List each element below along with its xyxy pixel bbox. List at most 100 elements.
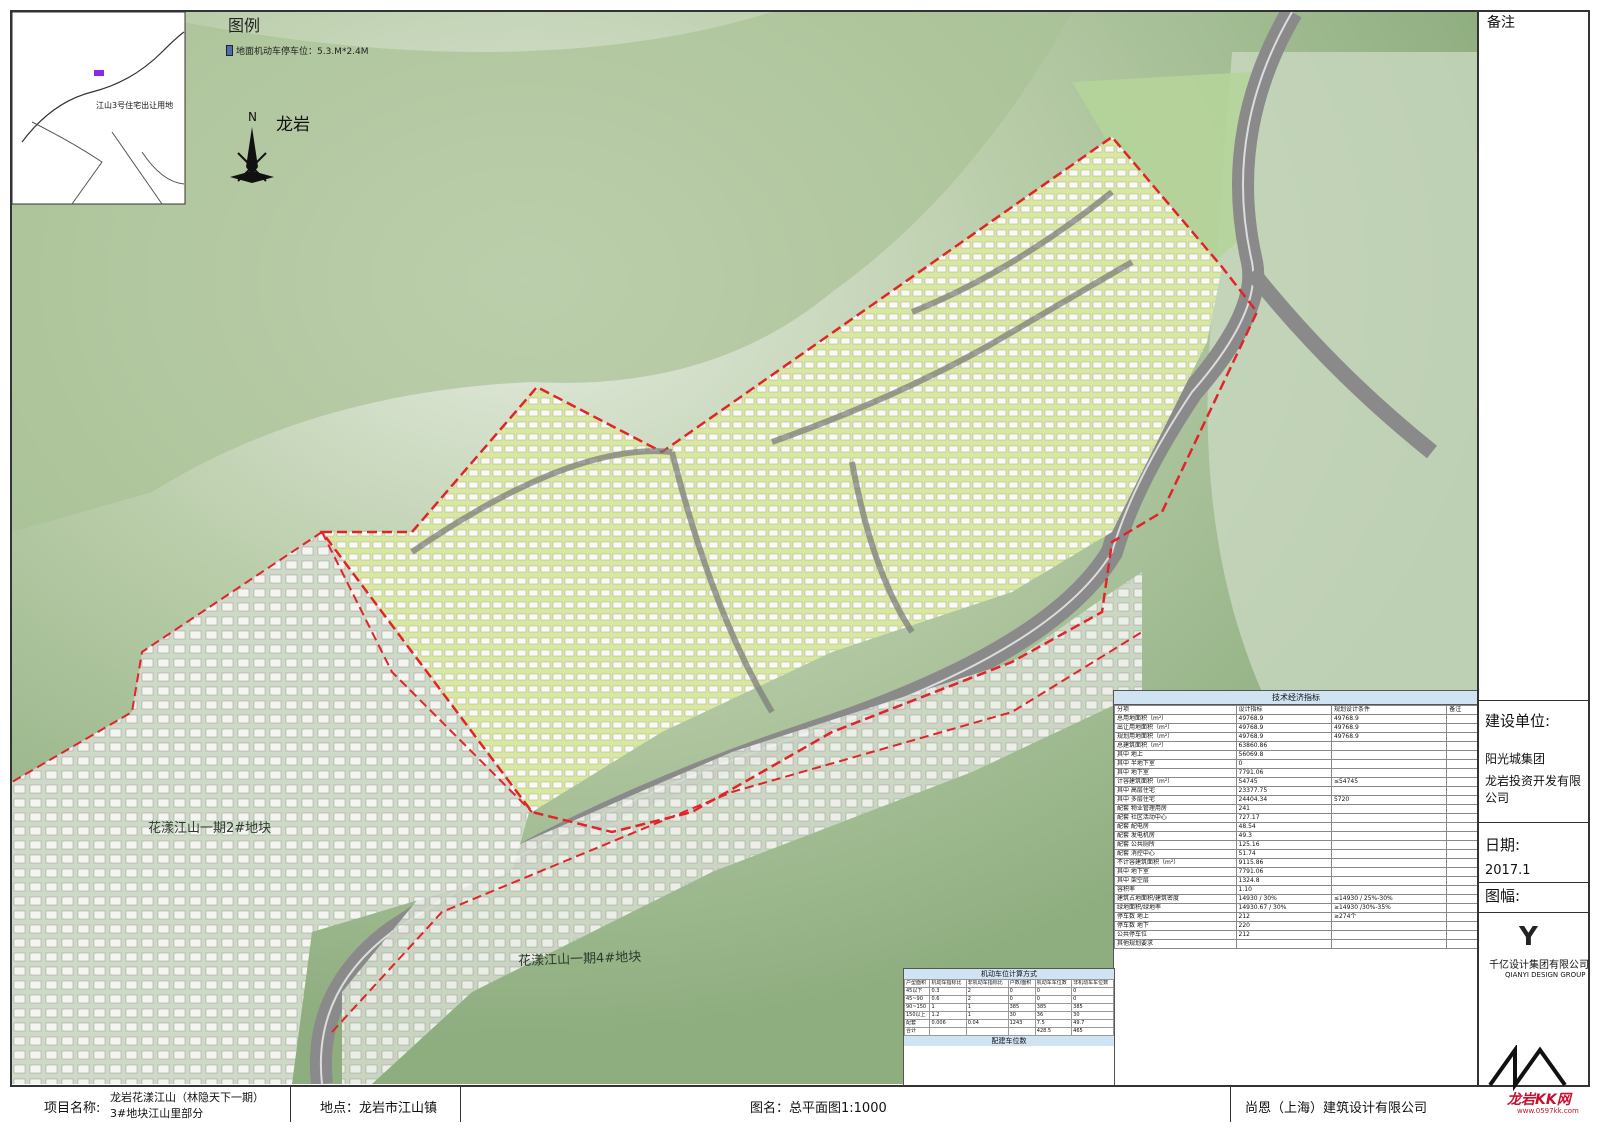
watermark-text: 龙岩KK网 — [1507, 1092, 1571, 1108]
table-cell: 49.7 — [1071, 1019, 1114, 1028]
table-row: 总用地面积（m²） 49768.9 49768.9 — [1114, 714, 1478, 724]
table-cell — [1330, 741, 1448, 751]
table-cell: 7791.06 — [1235, 867, 1332, 877]
table-row: 150以上 1.2 1 30 36 30 — [904, 1011, 1114, 1020]
table-header-cell: 备注 — [1446, 705, 1478, 715]
divider — [1479, 912, 1590, 913]
table-cell: ≥274个 — [1330, 912, 1448, 922]
table-row: 建筑占地面积/建筑密度 14930 / 30% ≤14930 / 25%-30% — [1114, 894, 1478, 904]
table-cell: 241 — [1235, 804, 1332, 814]
table-cell: 0 — [1034, 995, 1073, 1004]
table-cell: 配套 配电房 — [1114, 822, 1237, 832]
table-cell: 49768.9 — [1235, 714, 1332, 724]
table-cell — [1330, 921, 1448, 931]
table-cell: 容积率 — [1114, 885, 1237, 895]
table-cell — [1330, 840, 1448, 850]
table-header-cell: 机动车指标比 — [929, 979, 967, 988]
table-cell: 14930.67 / 30% — [1235, 903, 1332, 913]
table-cell: 49.3 — [1235, 831, 1332, 841]
table-cell — [1446, 795, 1478, 805]
table-cell: 428.5 — [1034, 1027, 1073, 1036]
table-cell — [1007, 1027, 1036, 1036]
table-row: 其中 高层住宅 23377.75 — [1114, 786, 1478, 796]
table-cell: 其中 地上 — [1114, 750, 1237, 760]
designer-name: 千亿设计集团有限公司 — [1489, 960, 1589, 971]
table-cell — [1446, 768, 1478, 778]
tech-table-title: 技术经济指标 — [1114, 691, 1478, 705]
table-cell: 绿地面积/绿地率 — [1114, 903, 1237, 913]
table-cell — [1330, 804, 1448, 814]
table-row: 不计容建筑面积（m²） 9115.86 — [1114, 858, 1478, 868]
table-header-cell: 分项 — [1114, 705, 1237, 715]
date-label: 日期: — [1485, 836, 1521, 854]
table-cell — [1330, 885, 1448, 895]
table-cell: 其中 地下室 — [1114, 768, 1237, 778]
table-cell: 0 — [1071, 995, 1114, 1004]
table-cell: 49768.9 — [1330, 723, 1448, 733]
designer-name-en: QIANYI DESIGN GROUP — [1505, 971, 1586, 979]
table-cell — [1446, 813, 1478, 823]
table-row: 绿地面积/绿地率 14930.67 / 30% ≥14930 /30%-35% — [1114, 903, 1478, 913]
table-cell: 停车数 地下 — [1114, 921, 1237, 931]
client-name-2: 龙岩投资开发有限公司 — [1485, 774, 1582, 805]
table-cell: 1.10 — [1235, 885, 1332, 895]
table-cell — [1446, 894, 1478, 904]
table-cell: 2 — [965, 987, 1009, 996]
table-cell: 2 — [965, 995, 1009, 1004]
table-cell: 1.2 — [929, 1011, 967, 1020]
table-cell: 0 — [1007, 987, 1036, 996]
client-label: 建设单位: — [1485, 712, 1551, 730]
table-cell: 配套 物业管理用房 — [1114, 804, 1237, 814]
table-cell — [1446, 714, 1478, 724]
table-cell — [1446, 858, 1478, 868]
table-cell — [1330, 786, 1448, 796]
legend-item-label: 地面机动车停车位：5.3.M*2.4M — [236, 47, 369, 57]
table-row: 配套 社区活动中心 727.17 — [1114, 813, 1478, 823]
table-cell: 出让用地面积（m²） — [1114, 723, 1237, 733]
table-cell — [1330, 831, 1448, 841]
table-cell — [1446, 831, 1478, 841]
table-cell: 54745 — [1235, 777, 1332, 787]
table-cell — [1446, 840, 1478, 850]
table-row: 配套 配电房 48.54 — [1114, 822, 1478, 832]
table-cell — [1446, 822, 1478, 832]
parking-table-grid: 户型面积 机动车指标比 非机动车指标比 户数/面积 机动车车位数 非机动车车位数 45以下… — [904, 979, 1114, 1036]
table-cell: ≤54745 — [1330, 777, 1448, 787]
table-header-cell: 户数/面积 — [1007, 979, 1036, 988]
table-row: 90~150 1 1 385 385 385 — [904, 1003, 1114, 1012]
table-cell: ≤14930 / 25%-30% — [1330, 894, 1448, 904]
table-row: 配套 公共厕所 125.16 — [1114, 840, 1478, 850]
inset-site-marker — [94, 70, 104, 76]
title-block: 项目名称: 龙岩花漾江山（林隐天下一期） 3#地块江山里部分 地点：龙岩市江山镇… — [10, 1085, 1590, 1122]
table-cell: 总用地面积（m²） — [1114, 714, 1237, 724]
table-cell: 23377.75 — [1235, 786, 1332, 796]
table-cell: 配套 — [904, 1019, 931, 1028]
table-cell: 7.5 — [1034, 1019, 1073, 1028]
table-row: 其中 地下室 7791.06 — [1114, 768, 1478, 778]
notes-title: 备注 — [1487, 15, 1515, 31]
table-cell: 90~150 — [904, 1003, 931, 1012]
project-name-1: 龙岩花漾江山（林隐天下一期） — [110, 1091, 264, 1104]
table-cell: 合计 — [904, 1027, 931, 1036]
table-row: 容积率 1.10 — [1114, 885, 1478, 895]
table-cell: 其中 架空层 — [1114, 876, 1237, 886]
parking-table-title: 机动车位计算方式 — [904, 969, 1114, 979]
table-cell — [1446, 912, 1478, 922]
table-cell: 公共停车位 — [1114, 930, 1237, 940]
divider — [460, 1087, 461, 1122]
table-cell: 30 — [1071, 1011, 1114, 1020]
table-cell — [1235, 939, 1332, 949]
tech-economic-table: 技术经济指标 分项 设计指标 规划设计条件 备注 总用地面积（m²） 49768.9 49… — [1113, 690, 1479, 1087]
date-value: 2017.1 — [1485, 863, 1531, 878]
table-cell — [1330, 876, 1448, 886]
sheet-size-label: 图幅: — [1485, 887, 1521, 905]
table-header-cell: 户型面积 — [904, 979, 931, 988]
table-cell: 0.6 — [929, 995, 967, 1004]
drawing-title: 图名：总平面图1:1000 — [750, 1101, 887, 1116]
table-cell: 其他规划要求 — [1114, 939, 1237, 949]
table-cell — [1446, 849, 1478, 859]
table-cell — [1446, 777, 1478, 787]
table-cell: 30 — [1007, 1011, 1036, 1020]
table-cell — [1446, 732, 1478, 742]
table-row: 其他规划要求 — [1114, 939, 1478, 949]
